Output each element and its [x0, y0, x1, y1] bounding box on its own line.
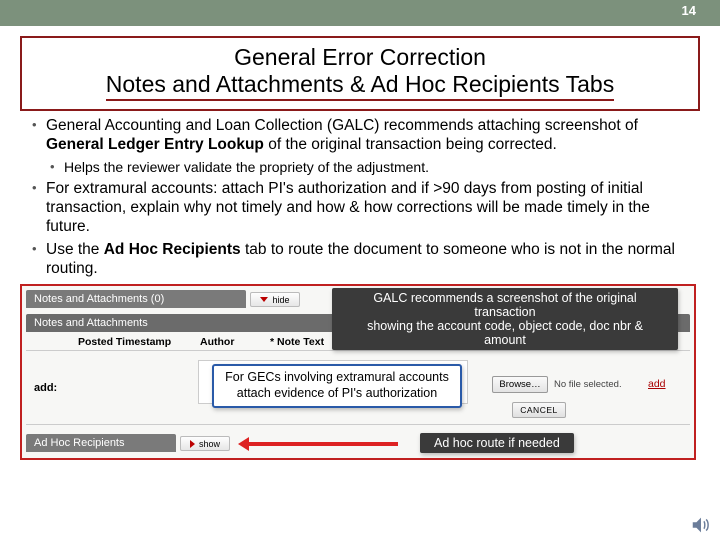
callout-galc-l1: GALC recommends a screenshot of the orig… — [346, 291, 664, 319]
browse-label: Browse… — [499, 379, 540, 390]
show-button[interactable]: show — [180, 436, 230, 451]
bullet-1-pre: General Accounting and Loan Collection (… — [46, 117, 638, 134]
section-bar-label: Notes and Attachments — [34, 317, 148, 329]
tab-notes-attachments-label: Notes and Attachments (0) — [34, 293, 164, 305]
title-line-2: Notes and Attachments & Ad Hoc Recipient… — [106, 71, 614, 101]
bullet-2: For extramural accounts: attach PI's aut… — [32, 180, 688, 237]
callout-adhoc: Ad hoc route if needed — [420, 433, 574, 453]
callout-galc: GALC recommends a screenshot of the orig… — [332, 288, 678, 350]
tab-adhoc-label: Ad Hoc Recipients — [34, 437, 125, 449]
hide-label: hide — [272, 295, 289, 305]
callout-pi-auth: For GECs involving extramural accounts a… — [212, 364, 462, 407]
show-label: show — [199, 439, 220, 449]
bullet-3-bold: Ad Hoc Recipients — [104, 241, 241, 258]
bullet-3: Use the Ad Hoc Recipients tab to route t… — [32, 241, 688, 279]
title-line-1: General Error Correction — [32, 44, 688, 71]
bullet-3-pre: Use the — [46, 241, 104, 258]
bullet-1-bold: General Ledger Entry Lookup — [46, 136, 264, 153]
title-box: General Error Correction Notes and Attac… — [20, 36, 700, 111]
hide-button[interactable]: hide — [250, 292, 300, 307]
col-author: Author — [200, 336, 234, 348]
divider — [26, 350, 690, 351]
triangle-down-icon — [260, 297, 268, 302]
bullet-1-post: of the original transaction being correc… — [264, 136, 557, 153]
bullet-1a: Helps the reviewer validate the propriet… — [50, 159, 688, 176]
add-link[interactable]: add — [648, 378, 666, 390]
tab-notes-attachments[interactable]: Notes and Attachments (0) — [26, 290, 246, 308]
slide-header: 14 — [0, 0, 720, 26]
red-arrow-icon — [248, 442, 398, 446]
cancel-button[interactable]: CANCEL — [512, 402, 566, 418]
bullet-1: General Accounting and Loan Collection (… — [32, 117, 688, 155]
browse-button[interactable]: Browse… — [492, 376, 548, 393]
callout-pi-l1: For GECs involving extramural accounts — [224, 370, 450, 386]
add-row-label: add: — [34, 382, 57, 394]
no-file-label: No file selected. — [554, 379, 622, 390]
divider-2 — [26, 424, 690, 425]
callout-pi-l2: attach evidence of PI's authorization — [224, 386, 450, 402]
bullet-list: General Accounting and Loan Collection (… — [32, 117, 688, 278]
tab-adhoc-recipients[interactable]: Ad Hoc Recipients — [26, 434, 176, 452]
page-number: 14 — [682, 3, 696, 18]
callout-galc-l2: showing the account code, object code, d… — [346, 319, 664, 347]
col-posted-timestamp: Posted Timestamp — [78, 336, 171, 348]
cancel-label: CANCEL — [520, 405, 557, 415]
screenshot-panel: Notes and Attachments (0) hide Notes and… — [20, 284, 696, 460]
col-note-text: * Note Text — [270, 336, 324, 348]
triangle-right-icon — [190, 440, 195, 448]
speaker-icon — [690, 514, 712, 536]
callout-adhoc-text: Ad hoc route if needed — [434, 436, 560, 450]
